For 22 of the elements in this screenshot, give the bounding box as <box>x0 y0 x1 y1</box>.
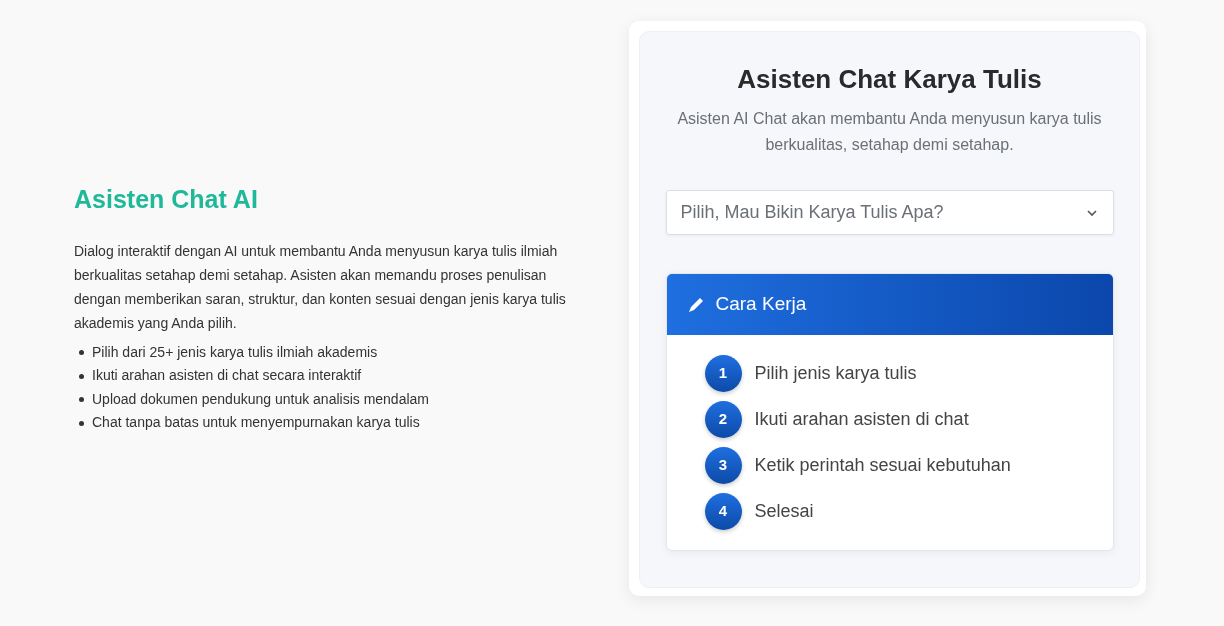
section-heading: Asisten Chat AI <box>74 184 259 216</box>
bullet-icon <box>79 397 84 402</box>
step-label: Selesai <box>754 500 814 523</box>
description-paragraph: Dialog interaktif dengan AI untuk membantu Anda menyusun karya tulis ilmiah berkualitas setahap demi setahap. Asisten akan memandu proses penulisan dengan memberikan saran, struktur, dan konten sesuai dengan jenis karya tulis akademis yang Anda pilih. <box>74 241 567 333</box>
card-title: Asisten Chat Karya Tulis <box>737 63 1042 96</box>
panel-title: Cara Kerja <box>715 292 807 317</box>
step-label: Ketik perintah sesuai kebutuhan <box>754 454 1011 477</box>
type-select[interactable]: Pilih, Mau Bikin Karya Tulis Apa? <box>665 190 1114 235</box>
feature-item: Ikuti arahan asisten di chat secara interaktif <box>92 366 362 386</box>
bullet-icon <box>79 373 84 379</box>
bullet-icon <box>79 420 84 426</box>
step-number: 2 <box>704 401 742 438</box>
step-number: 4 <box>704 493 742 530</box>
feature-item: Upload dokumen pendukung untuk analisis mendalam <box>92 389 429 409</box>
feature-item: Pilih dari 25+ jenis karya tulis ilmiah akademis <box>92 342 378 362</box>
step-label: Pilih jenis karya tulis <box>754 362 917 385</box>
step-number: 1 <box>704 355 742 392</box>
feature-item: Chat tanpa batas untuk menyempurnakan karya tulis <box>92 413 420 433</box>
card-subtitle: Asisten AI Chat akan membantu Anda menyusun karya tulis berkualitas, setahap demi setahap. <box>676 109 1103 155</box>
step-number: 3 <box>704 447 742 484</box>
step-label: Ikuti arahan asisten di chat <box>754 408 969 431</box>
bullet-icon <box>79 350 84 355</box>
